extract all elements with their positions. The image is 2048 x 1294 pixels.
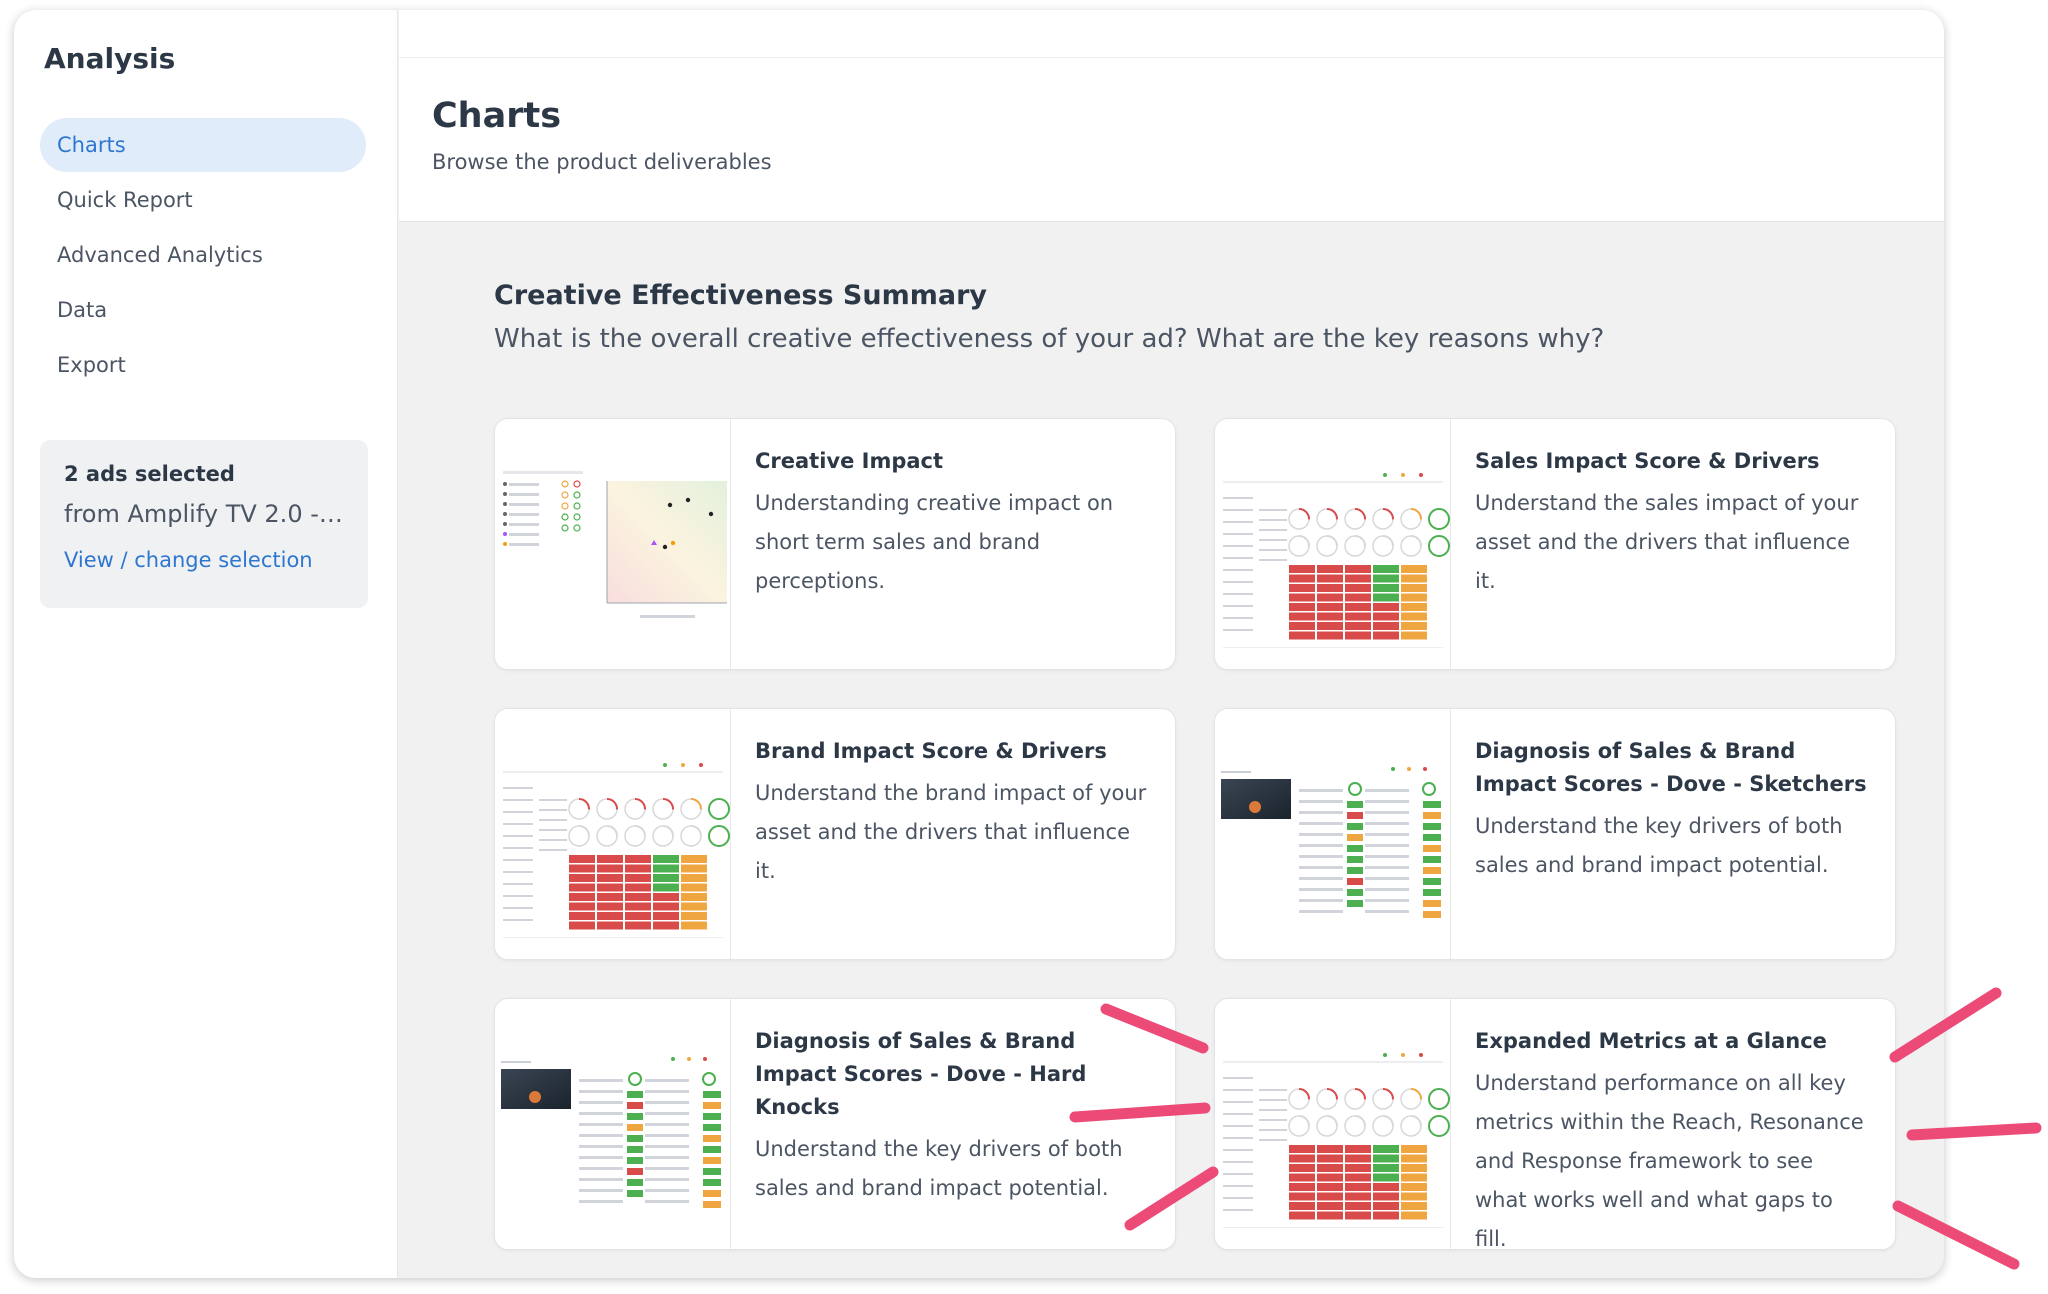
score-grid-thumbnail bbox=[495, 709, 731, 959]
app-window: Analysis Charts Quick Report Advanced An… bbox=[14, 10, 1944, 1278]
card-text: Expanded Metrics at a Glance Understand … bbox=[1475, 1025, 1869, 1250]
sidebar-item-data[interactable]: Data bbox=[40, 283, 366, 337]
selection-source: from Amplify TV 2.0 - C... bbox=[64, 500, 344, 528]
sidebar-item-export[interactable]: Export bbox=[40, 338, 366, 392]
chart-card-sales-impact[interactable]: Sales Impact Score & Drivers Understand … bbox=[1214, 418, 1896, 670]
change-selection-link[interactable]: View / change selection bbox=[64, 548, 344, 572]
sidebar: Analysis Charts Quick Report Advanced An… bbox=[14, 10, 398, 1278]
card-description: Understand performance on all key metric… bbox=[1475, 1071, 1864, 1250]
card-description: Understand the sales impact of your asse… bbox=[1475, 491, 1859, 593]
diagnosis-thumbnail bbox=[495, 999, 731, 1249]
card-title: Brand Impact Score & Drivers bbox=[755, 739, 1107, 763]
card-text: Creative Impact Understanding creative i… bbox=[755, 445, 1149, 601]
sidebar-nav: Charts Quick Report Advanced Analytics D… bbox=[40, 118, 366, 393]
sidebar-item-quick-report[interactable]: Quick Report bbox=[40, 173, 366, 227]
card-text: Brand Impact Score & Drivers Understand … bbox=[755, 735, 1149, 891]
sidebar-item-advanced-analytics[interactable]: Advanced Analytics bbox=[40, 228, 366, 282]
page-header: Charts Browse the product deliverables bbox=[399, 10, 1944, 222]
score-grid-thumbnail bbox=[1215, 419, 1451, 669]
chart-card-diagnosis-hard-knocks[interactable]: Diagnosis of Sales & Brand Impact Scores… bbox=[494, 998, 1176, 1250]
chart-card-creative-impact[interactable]: Creative Impact Understanding creative i… bbox=[494, 418, 1176, 670]
chart-card-diagnosis-sketchers[interactable]: Diagnosis of Sales & Brand Impact Scores… bbox=[1214, 708, 1896, 960]
card-title: Diagnosis of Sales & Brand Impact Scores… bbox=[755, 1029, 1087, 1119]
sidebar-title: Analysis bbox=[44, 42, 176, 75]
page-title: Charts bbox=[432, 96, 562, 136]
diagnosis-thumbnail bbox=[1215, 709, 1451, 959]
section-subtitle: What is the overall creative effectivene… bbox=[494, 324, 1605, 354]
card-description: Understanding creative impact on short t… bbox=[755, 491, 1114, 593]
selection-count: 2 ads selected bbox=[64, 462, 235, 486]
card-title: Expanded Metrics at a Glance bbox=[1475, 1029, 1827, 1053]
card-title: Creative Impact bbox=[755, 449, 944, 473]
chart-card-brand-impact[interactable]: Brand Impact Score & Drivers Understand … bbox=[494, 708, 1176, 960]
section-title: Creative Effectiveness Summary bbox=[494, 280, 987, 311]
scatter-thumbnail bbox=[495, 419, 731, 669]
card-text: Diagnosis of Sales & Brand Impact Scores… bbox=[1475, 735, 1869, 885]
header-divider bbox=[399, 57, 1944, 58]
selection-panel: 2 ads selected from Amplify TV 2.0 - C..… bbox=[40, 440, 368, 608]
card-description: Understand the brand impact of your asse… bbox=[755, 781, 1147, 883]
card-description: Understand the key drivers of both sales… bbox=[1475, 814, 1843, 877]
chart-card-expanded-metrics[interactable]: Expanded Metrics at a Glance Understand … bbox=[1214, 998, 1896, 1250]
card-title: Diagnosis of Sales & Brand Impact Scores… bbox=[1475, 739, 1867, 796]
card-description: Understand the key drivers of both sales… bbox=[755, 1137, 1123, 1200]
card-text: Diagnosis of Sales & Brand Impact Scores… bbox=[755, 1025, 1149, 1208]
page-subtitle: Browse the product deliverables bbox=[432, 150, 772, 174]
sidebar-item-charts[interactable]: Charts bbox=[40, 118, 366, 172]
score-grid-thumbnail bbox=[1215, 999, 1451, 1249]
card-text: Sales Impact Score & Drivers Understand … bbox=[1475, 445, 1869, 601]
card-title: Sales Impact Score & Drivers bbox=[1475, 449, 1820, 473]
